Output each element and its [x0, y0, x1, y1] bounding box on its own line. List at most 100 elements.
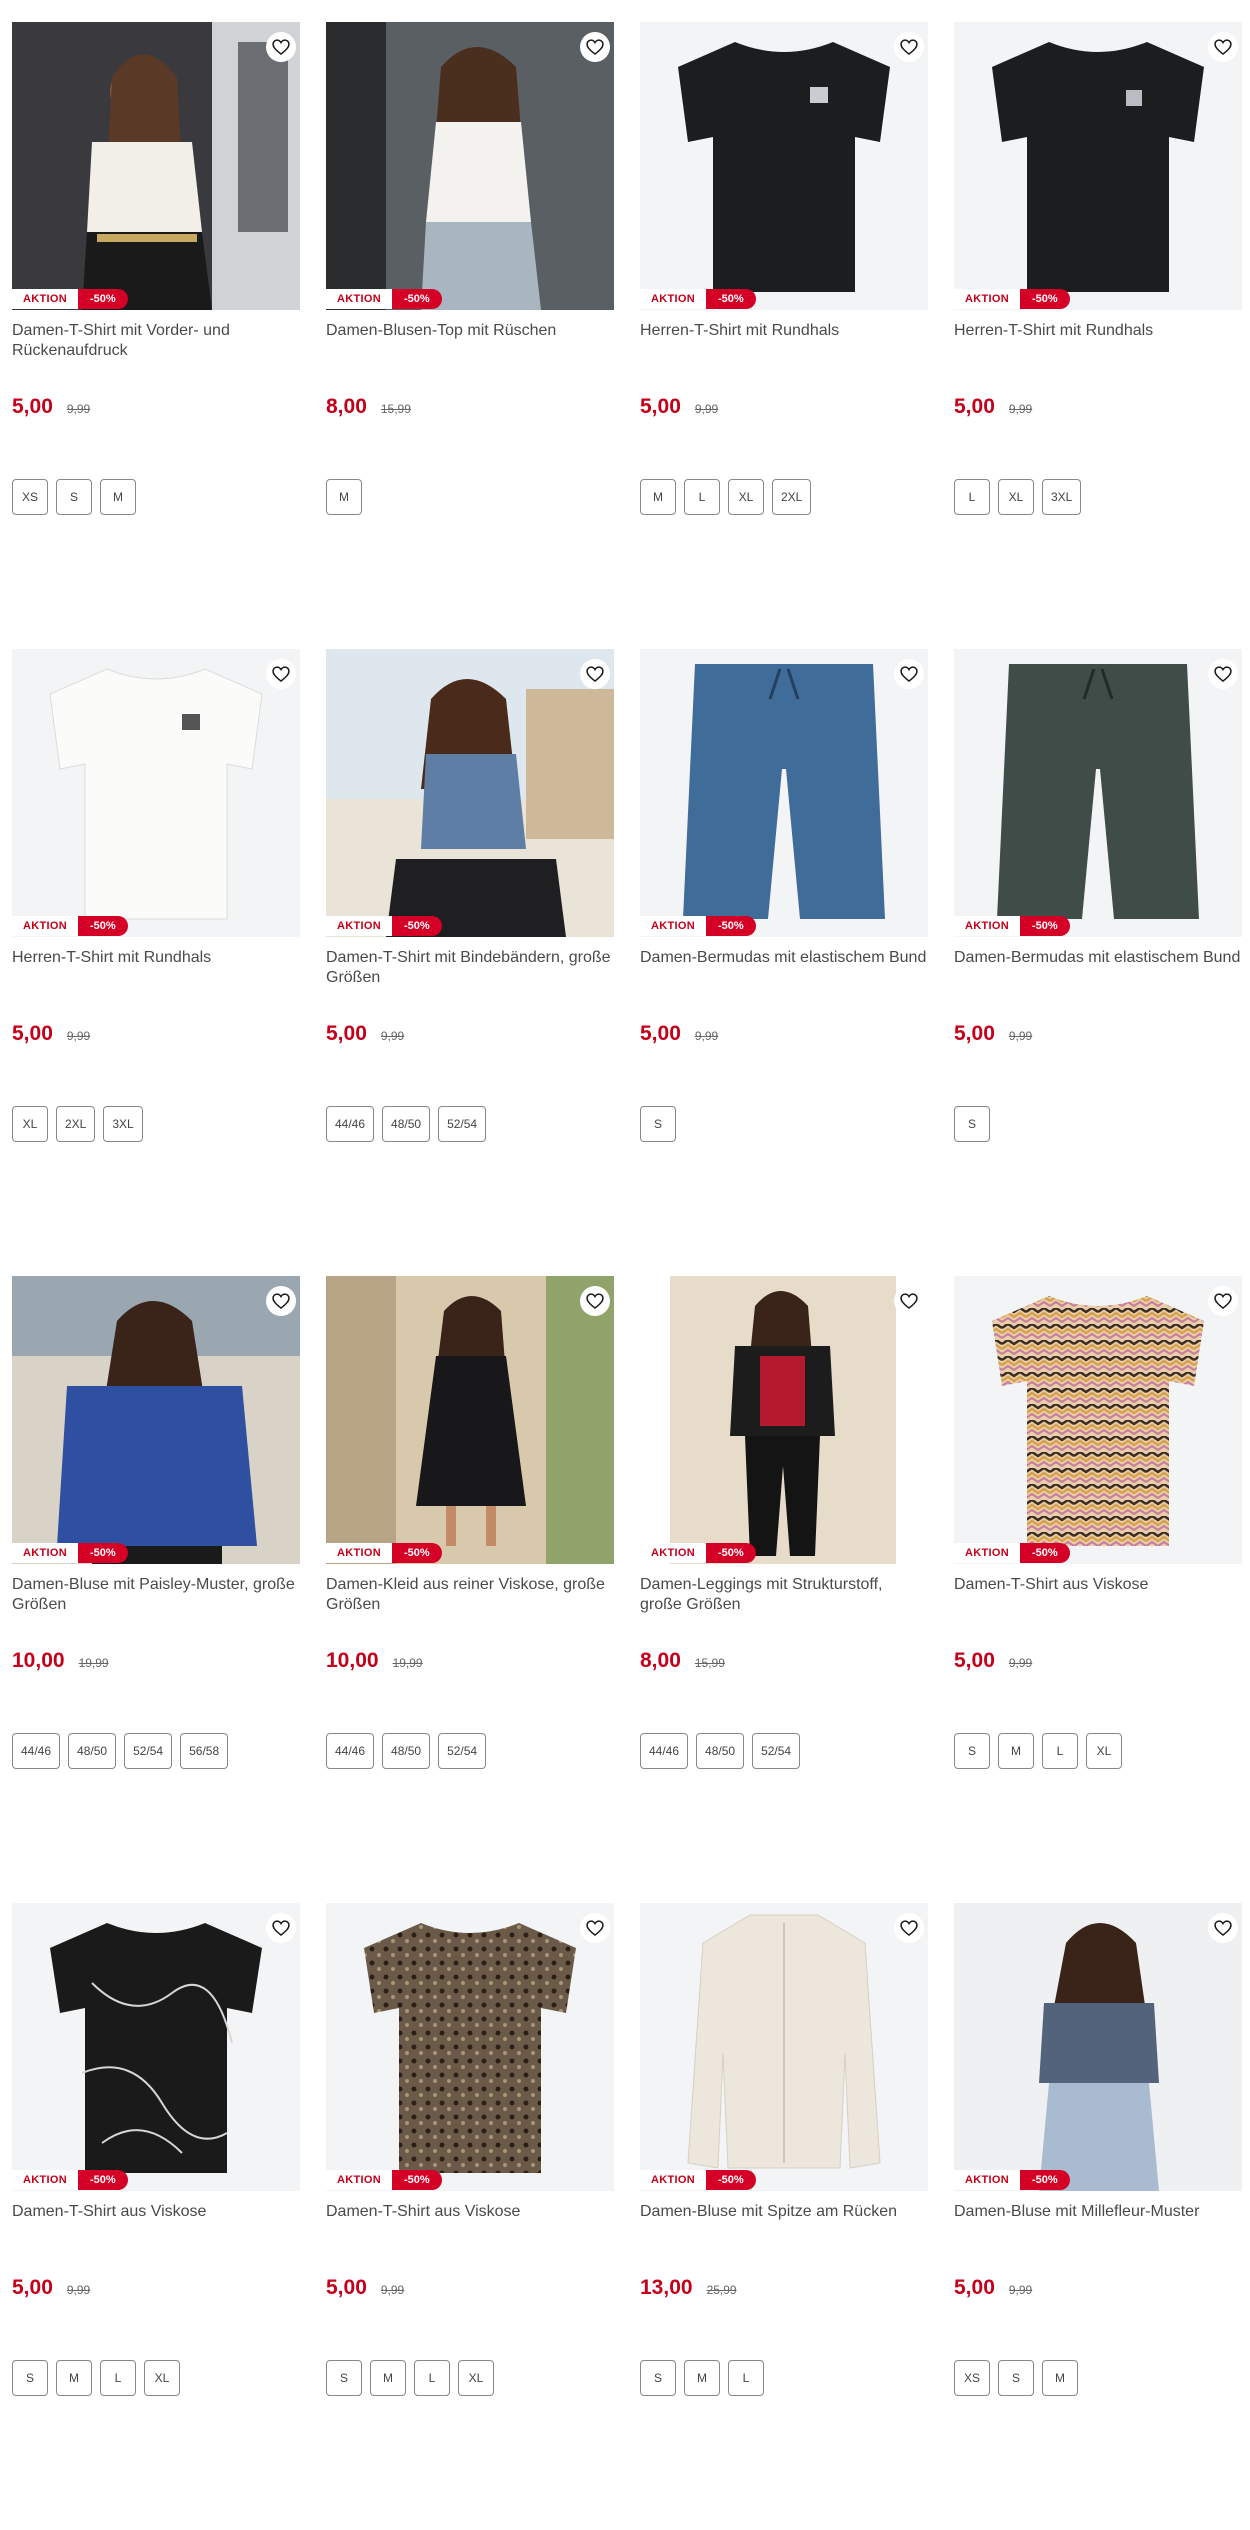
product-image[interactable]: AKTION -50% — [326, 1276, 614, 1564]
wishlist-heart-icon[interactable] — [266, 659, 296, 689]
product-title[interactable]: Herren-T-Shirt mit Rundhals — [954, 321, 1242, 365]
product-title[interactable]: Damen-T-Shirt aus Viskose — [12, 2202, 300, 2246]
wishlist-heart-icon[interactable] — [894, 659, 924, 689]
size-option[interactable]: M — [1042, 2360, 1078, 2396]
wishlist-heart-icon[interactable] — [580, 1913, 610, 1943]
product-card[interactable]: AKTION -50% Damen-Bluse mit Paisley-Must… — [12, 1276, 300, 1903]
size-option[interactable]: 44/46 — [326, 1733, 375, 1769]
size-option[interactable]: S — [12, 2360, 48, 2396]
size-option[interactable]: L — [1042, 1733, 1078, 1769]
product-card[interactable]: AKTION -50% Damen-Kleid aus reiner Visko… — [326, 1276, 614, 1903]
size-option[interactable]: S — [56, 479, 92, 515]
product-card[interactable]: AKTION -50% Damen-Leggings mit Strukturs… — [640, 1276, 928, 1903]
product-card[interactable]: AKTION -50% Herren-T-Shirt mit Rundhals … — [640, 22, 928, 649]
product-image[interactable]: AKTION -50% — [326, 1903, 614, 2191]
product-card[interactable]: AKTION -50% Damen-Bluse mit Millefleur-M… — [954, 1903, 1242, 2530]
product-title[interactable]: Damen-Blusen-Top mit Rüschen — [326, 321, 614, 365]
product-title[interactable]: Herren-T-Shirt mit Rundhals — [640, 321, 928, 365]
size-option[interactable]: M — [684, 2360, 720, 2396]
product-image[interactable]: AKTION -50% — [12, 1276, 300, 1564]
product-image[interactable]: AKTION -50% — [640, 649, 928, 937]
size-option[interactable]: L — [684, 479, 720, 515]
product-image[interactable]: AKTION -50% — [954, 1276, 1242, 1564]
product-title[interactable]: Damen-Bluse mit Millefleur-Muster — [954, 2202, 1242, 2246]
size-option[interactable]: 52/54 — [752, 1733, 801, 1769]
size-option[interactable]: L — [414, 2360, 450, 2396]
product-card[interactable]: AKTION -50% Damen-T-Shirt aus Viskose 5,… — [326, 1903, 614, 2530]
product-image[interactable]: AKTION -50% — [640, 1276, 928, 1564]
size-option[interactable]: S — [640, 2360, 676, 2396]
wishlist-heart-icon[interactable] — [894, 32, 924, 62]
product-title[interactable]: Damen-Bermudas mit elastischem Bund — [640, 948, 928, 992]
wishlist-heart-icon[interactable] — [894, 1286, 924, 1316]
size-option[interactable]: M — [640, 479, 676, 515]
size-option[interactable]: 2XL — [56, 1106, 96, 1142]
product-title[interactable]: Damen-Kleid aus reiner Viskose, große Gr… — [326, 1575, 614, 1619]
product-card[interactable]: AKTION -50% Damen-Bermudas mit elastisch… — [954, 649, 1242, 1276]
size-option[interactable]: XL — [1086, 1733, 1122, 1769]
size-option[interactable]: XL — [458, 2360, 494, 2396]
product-title[interactable]: Herren-T-Shirt mit Rundhals — [12, 948, 300, 992]
size-option[interactable]: 44/46 — [640, 1733, 689, 1769]
size-option[interactable]: L — [728, 2360, 764, 2396]
size-option[interactable]: S — [954, 1106, 990, 1142]
product-image[interactable]: AKTION -50% — [12, 22, 300, 310]
product-card[interactable]: AKTION -50% Damen-Bermudas mit elastisch… — [640, 649, 928, 1276]
size-option[interactable]: 44/46 — [12, 1733, 61, 1769]
size-option[interactable]: XS — [954, 2360, 990, 2396]
size-option[interactable]: L — [100, 2360, 136, 2396]
product-card[interactable]: AKTION -50% Damen-T-Shirt aus Viskose 5,… — [954, 1276, 1242, 1903]
product-card[interactable]: AKTION -50% Damen-Bluse mit Spitze am Rü… — [640, 1903, 928, 2530]
size-option[interactable]: 52/54 — [438, 1106, 487, 1142]
size-option[interactable]: 48/50 — [382, 1733, 431, 1769]
product-title[interactable]: Damen-Bermudas mit elastischem Bund — [954, 948, 1242, 992]
product-title[interactable]: Damen-T-Shirt mit Bindebändern, große Gr… — [326, 948, 614, 992]
size-option[interactable]: M — [56, 2360, 92, 2396]
size-option[interactable]: M — [326, 479, 362, 515]
wishlist-heart-icon[interactable] — [580, 659, 610, 689]
product-image[interactable]: AKTION -50% — [326, 649, 614, 937]
wishlist-heart-icon[interactable] — [1208, 1286, 1238, 1316]
product-image[interactable]: AKTION -50% — [326, 22, 614, 310]
size-option[interactable]: XL — [998, 479, 1034, 515]
product-title[interactable]: Damen-T-Shirt aus Viskose — [326, 2202, 614, 2246]
product-title[interactable]: Damen-T-Shirt aus Viskose — [954, 1575, 1242, 1619]
product-title[interactable]: Damen-Bluse mit Paisley-Muster, große Gr… — [12, 1575, 300, 1619]
size-option[interactable]: M — [100, 479, 136, 515]
product-card[interactable]: AKTION -50% Damen-T-Shirt mit Vorder- un… — [12, 22, 300, 649]
wishlist-heart-icon[interactable] — [894, 1913, 924, 1943]
wishlist-heart-icon[interactable] — [580, 1286, 610, 1316]
size-option[interactable]: 3XL — [1042, 479, 1082, 515]
product-image[interactable]: AKTION -50% — [640, 22, 928, 310]
wishlist-heart-icon[interactable] — [266, 1286, 296, 1316]
size-option[interactable]: S — [640, 1106, 676, 1142]
size-option[interactable]: 48/50 — [68, 1733, 117, 1769]
size-option[interactable]: 48/50 — [696, 1733, 745, 1769]
wishlist-heart-icon[interactable] — [266, 32, 296, 62]
size-option[interactable]: M — [998, 1733, 1034, 1769]
size-option[interactable]: 52/54 — [438, 1733, 487, 1769]
product-card[interactable]: AKTION -50% Damen-Blusen-Top mit Rüschen… — [326, 22, 614, 649]
product-card[interactable]: AKTION -50% Herren-T-Shirt mit Rundhals … — [954, 22, 1242, 649]
product-title[interactable]: Damen-Leggings mit Strukturstoff, große … — [640, 1575, 928, 1619]
wishlist-heart-icon[interactable] — [580, 32, 610, 62]
size-option[interactable]: S — [326, 2360, 362, 2396]
size-option[interactable]: 2XL — [772, 479, 812, 515]
product-image[interactable]: AKTION -50% — [640, 1903, 928, 2191]
size-option[interactable]: 52/54 — [124, 1733, 173, 1769]
wishlist-heart-icon[interactable] — [266, 1913, 296, 1943]
product-card[interactable]: AKTION -50% Herren-T-Shirt mit Rundhals … — [12, 649, 300, 1276]
size-option[interactable]: 44/46 — [326, 1106, 375, 1142]
size-option[interactable]: L — [954, 479, 990, 515]
product-title[interactable]: Damen-T-Shirt mit Vorder- und Rückenaufd… — [12, 321, 300, 365]
product-image[interactable]: AKTION -50% — [12, 649, 300, 937]
size-option[interactable]: XL — [144, 2360, 180, 2396]
wishlist-heart-icon[interactable] — [1208, 1913, 1238, 1943]
size-option[interactable]: S — [998, 2360, 1034, 2396]
product-image[interactable]: AKTION -50% — [954, 22, 1242, 310]
size-option[interactable]: XL — [12, 1106, 48, 1142]
product-title[interactable]: Damen-Bluse mit Spitze am Rücken — [640, 2202, 928, 2246]
product-image[interactable]: AKTION -50% — [12, 1903, 300, 2191]
size-option[interactable]: 48/50 — [382, 1106, 431, 1142]
product-image[interactable]: AKTION -50% — [954, 649, 1242, 937]
